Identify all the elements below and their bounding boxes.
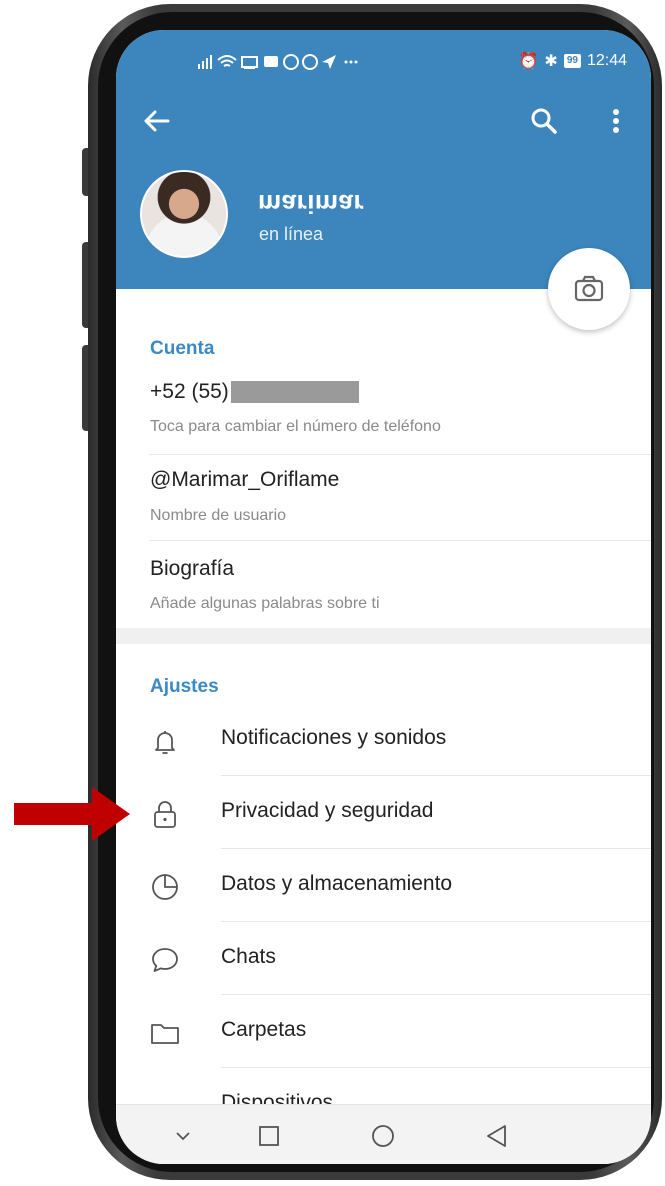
online-status: en línea [259,224,324,244]
system-navigation-bar [116,1104,651,1164]
settings-item-label: Privacidad y seguridad [221,799,434,822]
account-section-title: Cuenta [150,338,215,359]
settings-item-privacy[interactable]: Privacidad y seguridad [116,776,651,848]
back-arrow-icon[interactable] [142,106,172,136]
phone-number: +52 (55) [150,380,359,404]
back-triangle-icon[interactable] [482,1121,512,1151]
settings-item-chats[interactable]: Chats [116,922,651,994]
divider [150,540,651,541]
red-pointer-arrow-icon [14,787,130,841]
avatar[interactable] [140,170,228,258]
bio-hint: Añade algunas palabras sobre ti [150,595,380,612]
search-icon[interactable] [529,106,559,136]
settings-item-label: Datos y almacenamiento [221,872,453,895]
bio-row[interactable]: Biografía Añade algunas palabras sobre t… [116,542,651,628]
settings-item-label: Carpetas [221,1018,307,1041]
recents-square-icon[interactable] [254,1121,284,1151]
camera-button[interactable] [548,248,630,330]
phone-prefix: +52 (55) [150,380,229,403]
status-notification-icons [198,54,358,70]
redacted-phone-digits [230,381,359,404]
chat-bubble-icon [152,948,178,972]
bluetooth-icon: ✱ [544,53,558,70]
bell-icon [155,731,175,754]
username-row[interactable]: @Marimar_Oriflame Nombre de usuario [116,456,651,540]
status-time: 12:44 [586,52,627,69]
pie-chart-icon [152,874,178,900]
status-bar: ⏰ ✱ 99 12:44 [116,30,651,92]
profile-header: ⏰ ✱ 99 12:44 marimar en línea [116,30,651,289]
section-separator [116,628,651,644]
home-circle-icon[interactable] [368,1121,398,1151]
settings-item-label: Notificaciones y sonidos [221,726,447,749]
phone-hint: Toca para cambiar el número de teléfono [150,418,441,435]
folder-icon [151,1024,179,1044]
settings-section-title: Ajustes [150,676,219,697]
divider [150,454,651,455]
username-hint: Nombre de usuario [150,507,287,524]
alarm-icon: ⏰ [518,53,539,70]
battery-icon: 99 [563,54,581,68]
status-icons [198,52,368,76]
status-right-group: ⏰ ✱ 99 12:44 [519,51,628,71]
chevron-down-icon[interactable] [168,1121,198,1151]
profile-name: marimar [258,189,365,219]
phone-number-row[interactable]: +52 (55) Toca para cambiar el número de … [116,370,651,454]
settings-item-label: Chats [221,945,276,968]
lock-icon [154,801,176,828]
settings-item-folders[interactable]: Carpetas [116,995,651,1067]
username: @Marimar_Oriflame [150,468,340,491]
phone-screen: ⏰ ✱ 99 12:44 marimar en línea Cuenta +52… [116,30,651,1164]
more-options-icon[interactable] [606,106,626,136]
camera-icon [574,275,604,302]
bio-title: Biografía [150,557,235,580]
settings-item-data[interactable]: Datos y almacenamiento [116,849,651,921]
settings-item-notifications[interactable]: Notificaciones y sonidos [116,703,651,775]
